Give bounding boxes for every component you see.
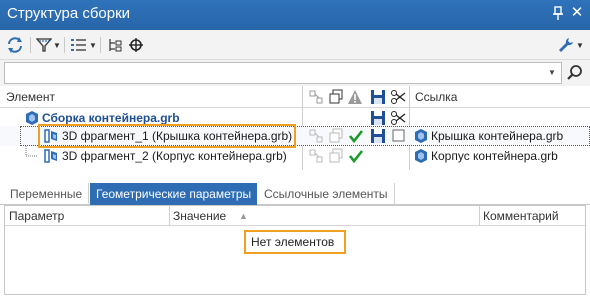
- sort-ascending-icon: ▲: [239, 211, 248, 221]
- link-icon: [309, 129, 323, 143]
- search-row: ▼: [0, 60, 590, 86]
- highlight-box: [244, 230, 346, 254]
- tab-variables[interactable]: Переменные: [4, 183, 90, 205]
- layers-icon: [329, 148, 343, 163]
- toolbar-separator: [64, 37, 65, 53]
- link-column-icon: [309, 90, 323, 104]
- toolbar-separator: [100, 37, 101, 53]
- list-check-icon: [71, 39, 86, 51]
- fragment-3d-icon: [44, 149, 57, 163]
- tree-row-reference: Корпус контейнера.grb: [431, 149, 558, 163]
- filter-icon: [36, 38, 52, 52]
- column-divider: [169, 206, 170, 226]
- checkbox-icon[interactable]: [392, 128, 406, 144]
- tree-structure-icon: [109, 39, 122, 52]
- layers-column-icon: [329, 89, 343, 104]
- toolbar: ▼ ▼ ▼: [0, 30, 590, 60]
- title-bar: Структура сборки ✕: [0, 0, 590, 30]
- crosshair-button[interactable]: [128, 35, 144, 55]
- check-icon: [348, 150, 364, 164]
- link-icon: [309, 149, 323, 163]
- search-icon[interactable]: [565, 63, 585, 83]
- highlight-box: [38, 124, 296, 148]
- scissors-icon: [391, 111, 406, 125]
- layers-icon: [329, 128, 343, 143]
- window-title: Структура сборки: [7, 5, 131, 22]
- scissors-column-icon: [391, 90, 406, 104]
- tree-row-label: 3D фрагмент_2 (Корпус контейнера.grb): [62, 149, 287, 163]
- column-value[interactable]: Значение: [173, 209, 226, 223]
- file-reference-icon: [415, 149, 427, 163]
- column-parameter[interactable]: Параметр: [9, 209, 64, 223]
- tree-view-button[interactable]: [107, 35, 123, 55]
- file-reference-icon: [415, 129, 427, 143]
- column-comment[interactable]: Комментарий: [483, 209, 559, 223]
- check-icon: [348, 130, 364, 144]
- tree-row-reference: Крышка контейнера.grb: [431, 129, 564, 143]
- save-column-icon: [371, 90, 385, 104]
- column-element[interactable]: Элемент: [6, 90, 55, 104]
- toolbar-separator: [30, 37, 31, 53]
- tab-geometric-parameters[interactable]: Геометрические параметры: [90, 183, 258, 205]
- parameters-table-header: Параметр Значение ▲ Комментарий: [5, 206, 585, 226]
- tree-row-label: Сборка контейнера.grb: [42, 111, 180, 125]
- filter-button[interactable]: ▼: [36, 35, 61, 55]
- close-icon[interactable]: ✕: [570, 5, 584, 21]
- tree-header: Элемент Ссылка: [0, 86, 590, 108]
- refresh-icon: [8, 37, 22, 53]
- chevron-down-icon: ▼: [53, 40, 61, 50]
- search-dropdown-icon[interactable]: ▼: [548, 68, 556, 77]
- pin-icon[interactable]: [551, 6, 565, 22]
- chevron-down-icon: ▼: [576, 40, 584, 50]
- refresh-button[interactable]: [6, 35, 24, 55]
- warning-column-icon: [348, 90, 362, 104]
- tree-row-fragment-2[interactable]: 3D фрагмент_2 (Корпус контейнера.grb) Ко…: [0, 146, 590, 166]
- tab-reference-elements[interactable]: Ссылочные элементы: [258, 183, 395, 205]
- search-input[interactable]: [4, 62, 562, 84]
- column-divider: [479, 206, 480, 226]
- wrench-icon: [559, 38, 573, 52]
- save-icon: [371, 129, 385, 143]
- list-view-button[interactable]: ▼: [70, 35, 97, 55]
- crosshair-icon: [129, 38, 143, 52]
- save-icon: [371, 111, 385, 125]
- settings-button[interactable]: ▼: [557, 35, 584, 55]
- bottom-tabs: Переменные Геометрические параметры Ссыл…: [0, 183, 590, 205]
- chevron-down-icon: ▼: [89, 40, 97, 50]
- column-reference[interactable]: Ссылка: [415, 90, 457, 104]
